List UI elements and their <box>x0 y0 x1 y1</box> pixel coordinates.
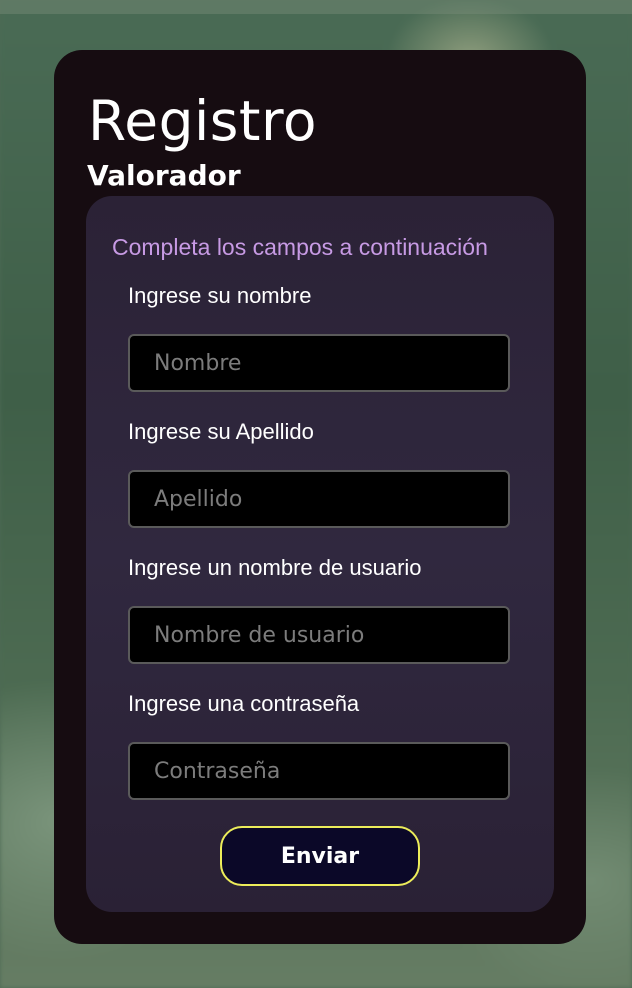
last-name-input[interactable] <box>128 470 510 528</box>
page-title: Registro <box>88 89 318 153</box>
last-name-label: Ingrese su Apellido <box>128 419 314 444</box>
registration-form: Completa los campos a continuación Ingre… <box>86 196 554 912</box>
submit-button[interactable]: Enviar <box>220 826 420 886</box>
page-subtitle: Valorador <box>87 159 241 192</box>
first-name-label: Ingrese su nombre <box>128 283 312 308</box>
background-decoration <box>0 0 632 14</box>
first-name-input[interactable] <box>128 334 510 392</box>
password-label: Ingrese una contraseña <box>128 691 360 716</box>
registration-card: Registro Valorador Completa los campos a… <box>54 50 586 944</box>
form-instructions: Completa los campos a continuación <box>112 234 488 260</box>
password-input[interactable] <box>128 742 510 800</box>
username-input[interactable] <box>128 606 510 664</box>
username-label: Ingrese un nombre de usuario <box>128 555 422 580</box>
